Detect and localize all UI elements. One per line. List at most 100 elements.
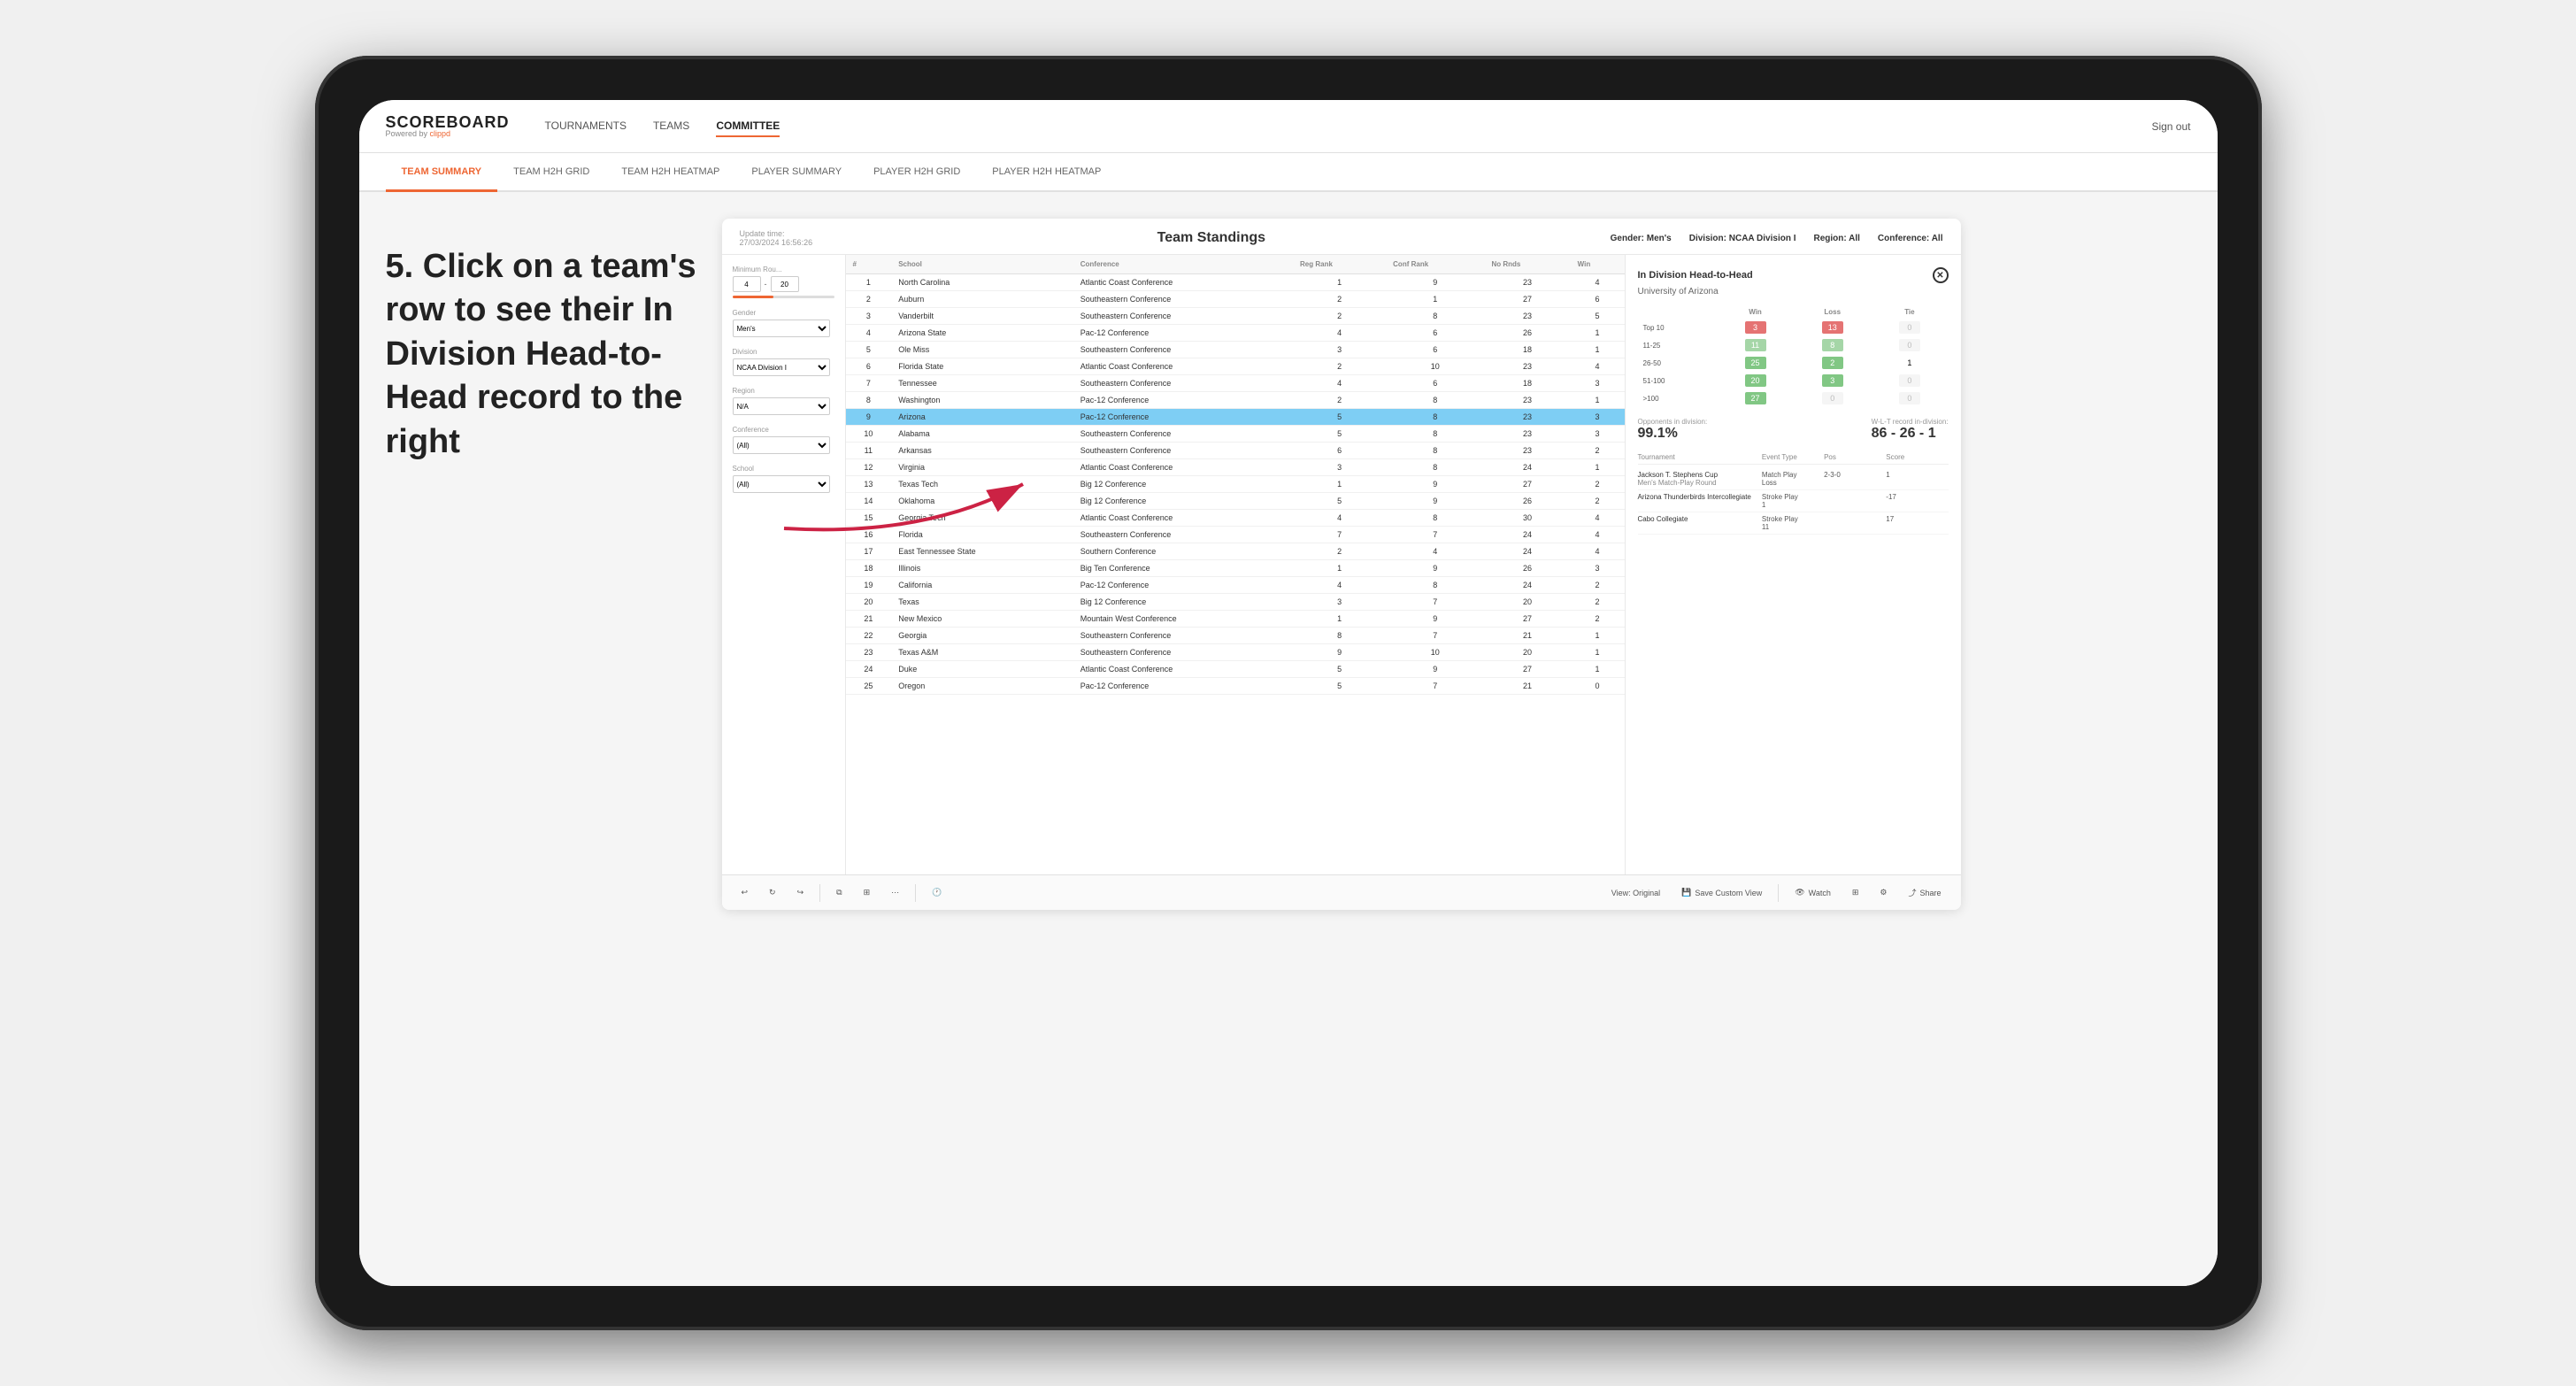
copy-button[interactable]: ⧉ [831, 885, 847, 900]
table-row[interactable]: 21 New Mexico Mountain West Conference 1… [846, 611, 1625, 628]
h2h-tie: 0 [1871, 336, 1948, 354]
row-conference: Big Ten Conference [1073, 560, 1293, 577]
tournament-row[interactable]: Arizona Thunderbirds Intercollegiate Str… [1638, 490, 1949, 512]
tournament-score: 17 [1886, 515, 1948, 531]
division-select[interactable]: NCAA Division I [733, 358, 830, 376]
region-filter: Region: All [1814, 234, 1860, 243]
update-time-value: 27/03/2024 16:56:26 [740, 238, 813, 247]
row-rnds: 30 [1484, 510, 1570, 527]
table-row[interactable]: 18 Illinois Big Ten Conference 1 9 26 3 [846, 560, 1625, 577]
grid-button[interactable]: ⊞ [1847, 885, 1865, 900]
row-reg-rank: 1 [1293, 560, 1386, 577]
h2h-tie: 0 [1871, 389, 1948, 407]
row-reg-rank: 8 [1293, 628, 1386, 644]
table-row[interactable]: 10 Alabama Southeastern Conference 5 8 2… [846, 426, 1625, 443]
h2h-close-button[interactable]: ✕ [1933, 267, 1949, 283]
watch-button[interactable]: 👁 Watch [1789, 885, 1836, 900]
table-row[interactable]: 17 East Tennessee State Southern Confere… [846, 543, 1625, 560]
row-conf-rank: 7 [1386, 527, 1484, 543]
row-school: Texas Tech [891, 476, 1073, 493]
table-row[interactable]: 13 Texas Tech Big 12 Conference 1 9 27 2 [846, 476, 1625, 493]
col-conference: Conference [1073, 255, 1293, 274]
table-row[interactable]: 12 Virginia Atlantic Coast Conference 3 … [846, 459, 1625, 476]
h2h-win-col: Win [1717, 305, 1794, 319]
row-conf-rank: 4 [1386, 543, 1484, 560]
col-rnds: No Rnds [1484, 255, 1570, 274]
settings-button[interactable]: ⚙ [1874, 885, 1892, 900]
nav-tournaments[interactable]: TOURNAMENTS [545, 116, 627, 137]
table-row[interactable]: 25 Oregon Pac-12 Conference 5 7 21 0 [846, 678, 1625, 695]
row-conference: Pac-12 Conference [1073, 409, 1293, 426]
division-filter: Division: NCAA Division I [1689, 234, 1796, 243]
save-custom-button[interactable]: 💾 Save Custom View [1676, 885, 1767, 900]
tab-player-h2h-grid[interactable]: PLAYER H2H GRID [857, 153, 976, 192]
row-rnds: 21 [1484, 628, 1570, 644]
table-row[interactable]: 4 Arizona State Pac-12 Conference 4 6 26… [846, 325, 1625, 342]
table-row[interactable]: 3 Vanderbilt Southeastern Conference 2 8… [846, 308, 1625, 325]
table-row[interactable]: 19 California Pac-12 Conference 4 8 24 2 [846, 577, 1625, 594]
h2h-loss: 8 [1794, 336, 1871, 354]
table-row[interactable]: 14 Oklahoma Big 12 Conference 5 9 26 2 [846, 493, 1625, 510]
table-row[interactable]: 6 Florida State Atlantic Coast Conferenc… [846, 358, 1625, 375]
redo-button[interactable]: ↪ [792, 885, 810, 900]
table-row[interactable]: 23 Texas A&M Southeastern Conference 9 1… [846, 644, 1625, 661]
table-row[interactable]: 16 Florida Southeastern Conference 7 7 2… [846, 527, 1625, 543]
table-row[interactable]: 15 Georgia Tech Atlantic Coast Conferenc… [846, 510, 1625, 527]
tab-team-summary[interactable]: TEAM SUMMARY [386, 153, 498, 192]
table-row[interactable]: 11 Arkansas Southeastern Conference 6 8 … [846, 443, 1625, 459]
min-rounds-slider[interactable] [733, 296, 834, 298]
undo-button[interactable]: ↩ [736, 885, 754, 900]
wlt-value: 86 - 26 - 1 [1872, 426, 1949, 442]
table-row[interactable]: 7 Tennessee Southeastern Conference 4 6 … [846, 375, 1625, 392]
tournament-row[interactable]: Jackson T. Stephens CupMen's Match-Play … [1638, 468, 1949, 490]
logo-text: SCOREBOARD [386, 114, 510, 130]
row-conference: Big 12 Conference [1073, 476, 1293, 493]
row-conference: Pac-12 Conference [1073, 577, 1293, 594]
clock-button[interactable]: 🕐 [927, 885, 947, 900]
share-button[interactable]: ⤴ Share [1903, 884, 1946, 901]
sign-out-link[interactable]: Sign out [2151, 120, 2190, 133]
nav-committee[interactable]: COMMITTEE [716, 116, 780, 137]
tournament-pos: 2-3-0 [1824, 471, 1886, 487]
region-select[interactable]: N/A [733, 397, 830, 415]
conference-select[interactable]: (All) [733, 436, 830, 454]
tournament-row[interactable]: Cabo Collegiate Stroke Play11 17 [1638, 512, 1949, 535]
tournament-col-header: Tournament [1638, 453, 1762, 461]
table-row[interactable]: 8 Washington Pac-12 Conference 2 8 23 1 [846, 392, 1625, 409]
school-select[interactable]: (All) [733, 475, 830, 493]
main-nav: TOURNAMENTS TEAMS COMMITTEE [545, 116, 2117, 137]
refresh-button[interactable]: ↻ [764, 885, 781, 900]
row-reg-rank: 4 [1293, 510, 1386, 527]
h2h-table: Win Loss Tie Top 10 3 13 0 11-25 11 8 0 … [1638, 305, 1949, 407]
more-button[interactable]: ⋯ [886, 885, 904, 900]
table-row[interactable]: 9 Arizona Pac-12 Conference 5 8 23 3 [846, 409, 1625, 426]
row-conf-rank: 8 [1386, 392, 1484, 409]
paste-button[interactable]: ⊞ [858, 885, 876, 900]
row-win: 4 [1571, 543, 1625, 560]
row-school: Virginia [891, 459, 1073, 476]
table-row[interactable]: 1 North Carolina Atlantic Coast Conferen… [846, 274, 1625, 291]
conference-filter-group: Conference (All) [733, 426, 834, 454]
table-row[interactable]: 20 Texas Big 12 Conference 3 7 20 2 [846, 594, 1625, 611]
table-row[interactable]: 2 Auburn Southeastern Conference 2 1 27 … [846, 291, 1625, 308]
row-conf-rank: 9 [1386, 476, 1484, 493]
tab-player-h2h-heatmap[interactable]: PLAYER H2H HEATMAP [976, 153, 1117, 192]
tab-player-summary[interactable]: PLAYER SUMMARY [735, 153, 857, 192]
tab-team-h2h-grid[interactable]: TEAM H2H GRID [497, 153, 605, 192]
table-row[interactable]: 5 Ole Miss Southeastern Conference 3 6 1… [846, 342, 1625, 358]
nav-teams[interactable]: TEAMS [653, 116, 689, 137]
main-panel: Update time: 27/03/2024 16:56:26 Team St… [722, 219, 1961, 910]
h2h-row: 51-100 20 3 0 [1638, 372, 1949, 389]
table-row[interactable]: 22 Georgia Southeastern Conference 8 7 2… [846, 628, 1625, 644]
row-win: 1 [1571, 661, 1625, 678]
gender-select[interactable]: Men's [733, 320, 830, 337]
tab-team-h2h-heatmap[interactable]: TEAM H2H HEATMAP [605, 153, 735, 192]
min-rounds-max-input[interactable] [771, 276, 799, 292]
wlt-label: W-L-T record in-division: [1872, 418, 1949, 426]
row-reg-rank: 4 [1293, 375, 1386, 392]
view-original-button[interactable]: View: Original [1606, 886, 1665, 900]
table-row[interactable]: 24 Duke Atlantic Coast Conference 5 9 27… [846, 661, 1625, 678]
row-school: Washington [891, 392, 1073, 409]
row-num: 1 [846, 274, 892, 291]
row-reg-rank: 5 [1293, 426, 1386, 443]
